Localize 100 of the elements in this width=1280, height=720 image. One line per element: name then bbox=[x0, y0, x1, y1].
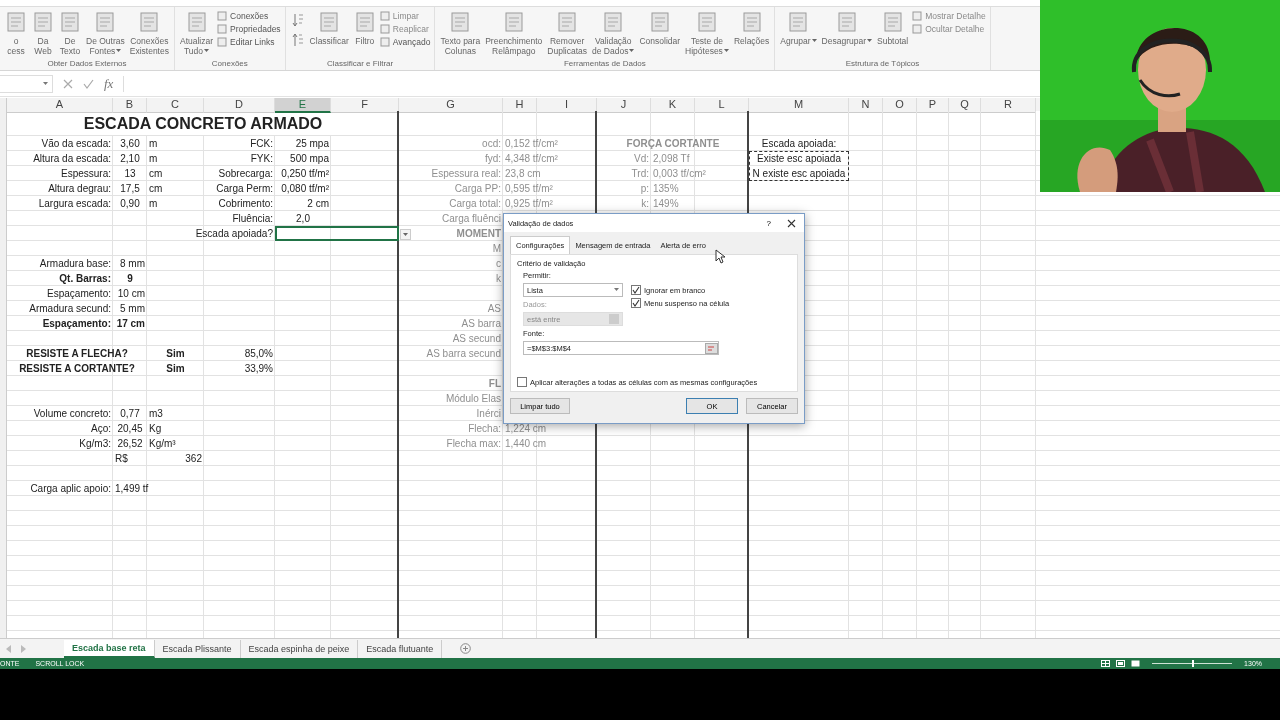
table-cell: 23,8 cm bbox=[505, 168, 541, 179]
table-cell: Carga PP: bbox=[454, 183, 501, 194]
ribbon-button[interactable]: Teste de Hipóteses bbox=[684, 9, 730, 58]
ribbon-button[interactable]: De Outras Fontes bbox=[85, 9, 126, 58]
table-cell: Volume concreto: bbox=[33, 408, 111, 419]
sheet-icon bbox=[379, 24, 390, 34]
ribbon-button[interactable]: Da Web bbox=[31, 9, 55, 58]
table-cell: Kg bbox=[149, 423, 162, 434]
sheet-tab[interactable]: Escada Plissante bbox=[154, 639, 241, 658]
sheet-tab[interactable]: Escada flutuante bbox=[358, 639, 443, 658]
caret-icon bbox=[614, 288, 619, 292]
caret-icon bbox=[811, 39, 817, 43]
caret-icon bbox=[43, 81, 48, 86]
sheet-icon bbox=[32, 11, 54, 33]
table-cell: ocd: bbox=[482, 138, 501, 149]
ribbon-button[interactable]: Atualizar Tudo bbox=[178, 9, 215, 58]
ribbon-button[interactable]: Editar Links bbox=[217, 37, 281, 47]
ribbon-button[interactable]: Classificar bbox=[308, 9, 350, 48]
table-cell: Módulo Elas bbox=[445, 393, 501, 404]
table-cell: Kg/m3: bbox=[79, 438, 111, 449]
ribbon-button[interactable]: Propriedades bbox=[217, 24, 281, 34]
table-cell: N existe esc apoiada bbox=[752, 168, 846, 179]
table-cell: Carga Perm: bbox=[216, 183, 273, 194]
table-cell: 500 mpa bbox=[290, 153, 329, 164]
table-cell: 2 cm bbox=[307, 198, 329, 209]
table-cell: 0,77 bbox=[120, 408, 140, 419]
ribbon-button[interactable]: Desagrupar bbox=[820, 9, 873, 48]
sort-ascending-icon[interactable] bbox=[291, 13, 304, 27]
table-cell: p: bbox=[640, 183, 649, 194]
table-cell: fyd: bbox=[484, 153, 501, 164]
sheet-icon bbox=[449, 11, 472, 33]
sheet-tab[interactable]: Escada base reta bbox=[64, 639, 155, 658]
table-cell: MOMENT bbox=[456, 228, 501, 239]
table-cell: Sobrecarga: bbox=[218, 168, 273, 179]
table-cell: 0,080 tf/m² bbox=[281, 183, 329, 194]
table-cell: Sim bbox=[166, 363, 185, 374]
insert-function-button[interactable]: fx bbox=[104, 75, 114, 92]
table-cell: 2,098 Tf bbox=[653, 153, 690, 164]
checkbox[interactable] bbox=[517, 377, 527, 387]
check-icon[interactable] bbox=[83, 78, 94, 89]
sheet-tab[interactable]: Escada espinha de peixe bbox=[240, 639, 359, 658]
table-cell: Armadura secund: bbox=[29, 303, 111, 314]
ribbon-button[interactable]: Filtro bbox=[352, 9, 377, 48]
ribbon-button[interactable]: Agrupar bbox=[779, 9, 818, 48]
table-cell: Qt. Barras: bbox=[59, 273, 111, 284]
ribbon-button[interactable]: Relações bbox=[732, 9, 771, 48]
table-cell: ESCADA CONCRETO ARMADO bbox=[83, 114, 323, 133]
sheet-icon bbox=[556, 11, 579, 33]
cancel-icon[interactable] bbox=[63, 78, 73, 89]
table-cell: Altura da escada: bbox=[33, 153, 111, 164]
ribbon-button[interactable]: Remover Duplicatas bbox=[546, 9, 589, 58]
ribbon-button[interactable]: o cess bbox=[4, 9, 28, 58]
sheet-icon bbox=[59, 11, 81, 33]
ribbon-button[interactable]: Texto para Colunas bbox=[439, 9, 482, 58]
sort-descending-icon[interactable] bbox=[291, 33, 304, 47]
ribbon-button[interactable]: Consolidar bbox=[638, 9, 682, 48]
ribbon-button[interactable]: De Texto bbox=[58, 9, 82, 58]
page-layout-icon[interactable] bbox=[1116, 660, 1126, 667]
table-cell: RESISTE A FLECHA? bbox=[26, 348, 128, 359]
page-break-icon[interactable] bbox=[1131, 660, 1141, 667]
table-cell: 1,440 cm bbox=[505, 438, 547, 449]
range-select-icon[interactable] bbox=[705, 342, 718, 354]
close-icon[interactable] bbox=[787, 218, 796, 228]
table-cell: 13 bbox=[124, 168, 136, 179]
table-cell: 0,595 tf/m² bbox=[505, 183, 553, 194]
zoom-thumb[interactable] bbox=[1192, 660, 1195, 667]
sheet-icon bbox=[835, 11, 858, 33]
table-cell: m bbox=[149, 198, 158, 209]
table-cell: Kg/m³ bbox=[149, 438, 176, 449]
table-cell: FCK: bbox=[250, 138, 273, 149]
sheet-icon bbox=[353, 11, 376, 33]
table-cell: 149% bbox=[653, 198, 679, 209]
table-cell: m bbox=[149, 153, 158, 164]
sheet-icon bbox=[740, 11, 763, 33]
table-cell: 0,003 tf/cm² bbox=[653, 168, 706, 179]
ribbon-button[interactable]: Subtotal bbox=[876, 9, 910, 48]
checkbox[interactable] bbox=[631, 298, 641, 308]
help-button[interactable]: ? bbox=[766, 218, 771, 228]
ribbon-button[interactable]: Validação de Dados bbox=[591, 9, 636, 58]
table-cell: 20,45 bbox=[117, 423, 143, 434]
normal-view-icon[interactable] bbox=[1101, 660, 1111, 667]
checkbox[interactable] bbox=[631, 285, 641, 295]
table-cell: 4,348 tf/cm² bbox=[505, 153, 558, 164]
add-sheet-icon[interactable] bbox=[460, 643, 472, 654]
table-cell: Carga total: bbox=[449, 198, 501, 209]
ribbon-button[interactable]: Avançado bbox=[379, 37, 431, 47]
table-cell: m bbox=[149, 138, 158, 149]
dropdown-button[interactable] bbox=[400, 229, 411, 240]
table-cell: Cobrimento: bbox=[218, 198, 273, 209]
ribbon-button[interactable]: Conexões bbox=[217, 11, 281, 21]
ribbon-button[interactable]: Preenchimento Relâmpago bbox=[484, 9, 544, 58]
table-cell: Largura escada: bbox=[38, 198, 111, 209]
group-label: Obter Dados Externos bbox=[47, 59, 127, 70]
sheet-icon bbox=[185, 11, 208, 33]
table-cell: c bbox=[496, 258, 501, 269]
table-cell: cm bbox=[149, 168, 163, 179]
sheet-icon bbox=[502, 11, 525, 33]
ribbon-button[interactable]: Conexões Existentes bbox=[128, 9, 170, 58]
copy-range-border[interactable] bbox=[749, 151, 849, 181]
table-cell: AS bbox=[487, 303, 501, 314]
